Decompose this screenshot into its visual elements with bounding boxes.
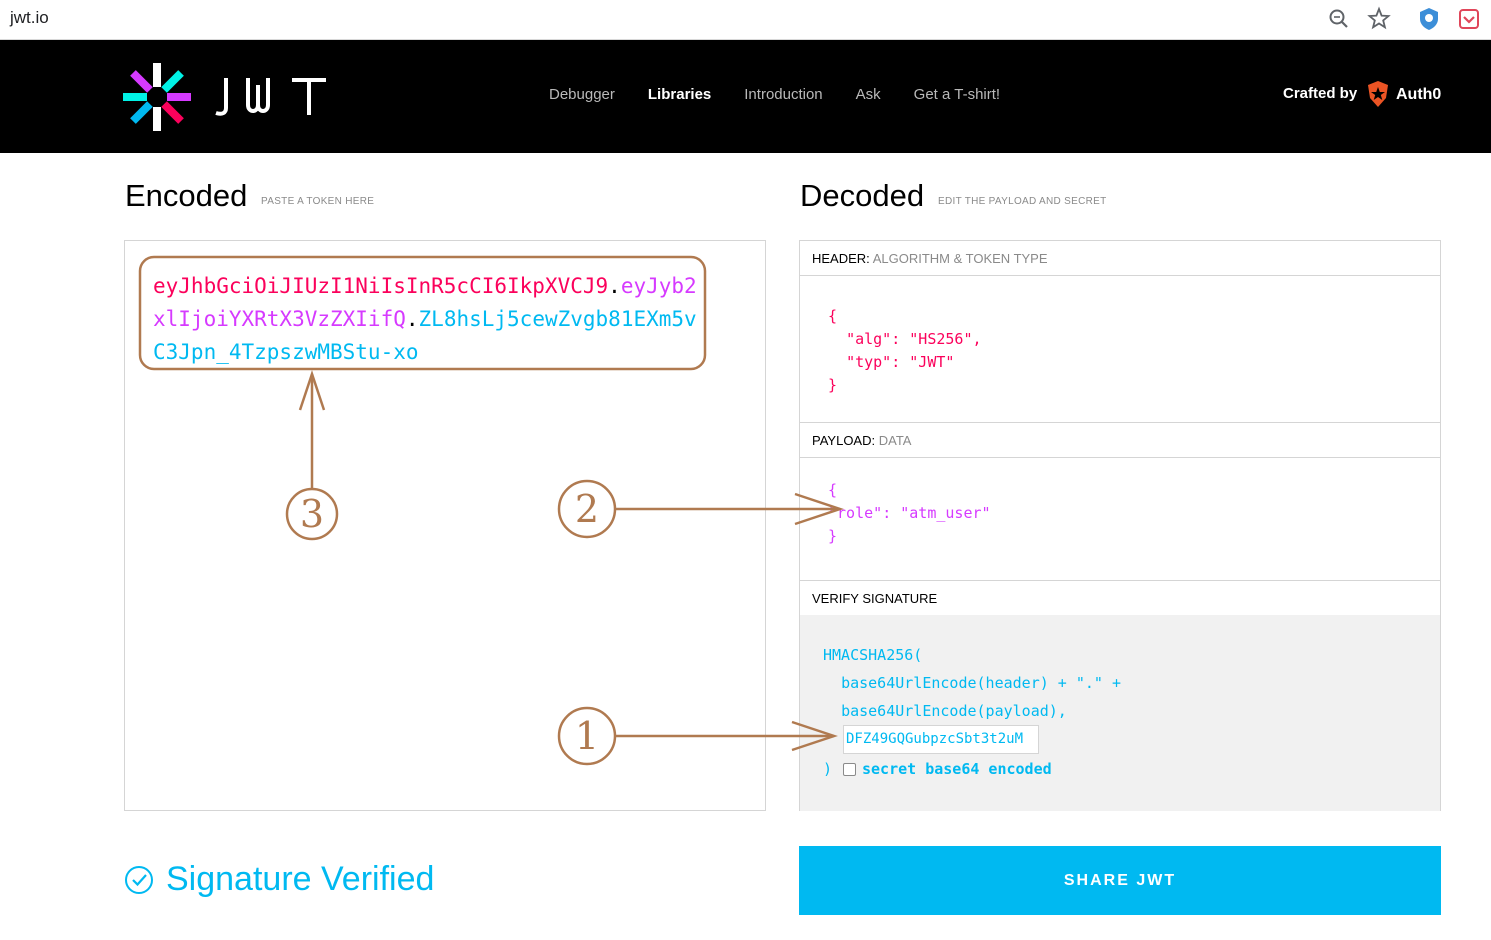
browser-address-bar: jwt.io	[0, 0, 1491, 40]
header-panel-sublabel: ALGORITHM & TOKEN TYPE	[872, 251, 1048, 266]
nav-introduction[interactable]: Introduction	[744, 86, 822, 103]
json-key-alg: "alg"	[846, 330, 892, 348]
annotation-number-3: 3	[299, 492, 325, 536]
auth0-brand[interactable]: Auth0	[1396, 86, 1441, 104]
formula-close-paren: )	[823, 760, 833, 778]
header-panel-heading: HEADER: ALGORITHM & TOKEN TYPE	[800, 241, 1440, 276]
decoded-panel: HEADER: ALGORITHM & TOKEN TYPE { "alg": …	[799, 240, 1441, 811]
json-brace: {	[828, 307, 838, 325]
annotation-number-2: 2	[574, 487, 600, 531]
json-key-role: "role"	[828, 504, 883, 522]
nav-debugger[interactable]: Debugger	[549, 86, 615, 103]
annotation-number-1: 1	[574, 714, 600, 758]
decoded-subtitle: EDIT THE PAYLOAD AND SECRET	[938, 196, 1107, 207]
nav-tshirt[interactable]: Get a T-shirt!	[914, 86, 1000, 103]
extension-icon[interactable]	[1416, 6, 1442, 32]
payload-panel-sublabel: DATA	[878, 433, 912, 448]
url-text[interactable]: jwt.io	[10, 8, 49, 28]
signature-panel-heading: VERIFY SIGNATURE	[800, 581, 1440, 616]
token-dot: .	[405, 307, 419, 331]
pocket-icon[interactable]	[1456, 6, 1482, 32]
jwt-wordmark	[215, 78, 326, 116]
site-header: Debugger Libraries Introduction Ask Get …	[0, 40, 1491, 153]
payload-panel-heading: PAYLOAD: DATA	[800, 423, 1440, 458]
signature-panel-label: VERIFY SIGNATURE	[812, 591, 938, 606]
signature-formula: HMACSHA256( base64UrlEncode(header) + ".…	[823, 641, 1121, 725]
header-json-editor[interactable]: { "alg": "HS256", "typ": "JWT" }	[828, 305, 982, 397]
secret-base64-label[interactable]: secret base64 encoded	[862, 758, 1052, 781]
share-jwt-button[interactable]: SHARE JWT	[799, 846, 1441, 915]
encoded-token[interactable]: eyJhbGciOiJIUzI1NiIsInR5cCI6IkpXVCJ9.eyJ…	[153, 270, 698, 369]
formula-line: base64UrlEncode(payload),	[841, 702, 1067, 720]
signature-verified-status: Signature Verified	[124, 860, 434, 899]
formula-line: base64UrlEncode(header) + "." +	[841, 674, 1122, 692]
json-value-alg: "HS256"	[909, 330, 973, 348]
token-header-part: eyJhbGciOiJIUzI1NiIsInR5cCI6IkpXVCJ9	[153, 274, 609, 298]
json-brace: {	[828, 481, 838, 499]
json-brace: }	[828, 376, 838, 394]
json-key-typ: "typ"	[846, 353, 892, 371]
jwt-logo-icon[interactable]	[123, 63, 191, 131]
json-brace: }	[828, 527, 838, 545]
main-nav: Debugger Libraries Introduction Ask Get …	[549, 86, 1033, 103]
zoom-icon[interactable]	[1326, 6, 1352, 32]
header-panel-label: HEADER:	[812, 251, 870, 266]
encoded-subtitle: PASTE A TOKEN HERE	[261, 196, 375, 207]
token-dot: .	[608, 274, 621, 298]
secret-input[interactable]: DFZ49GQGubpzcSbt3t2uM	[843, 725, 1039, 754]
check-circle-icon	[125, 865, 153, 894]
json-value-typ: "JWT"	[909, 353, 955, 371]
crafted-by-label: Crafted by	[1283, 85, 1358, 102]
signature-verified-text: Signature Verified	[166, 860, 435, 898]
encoded-title: Encoded	[125, 178, 248, 213]
nav-ask[interactable]: Ask	[856, 86, 881, 103]
nav-libraries[interactable]: Libraries	[648, 86, 711, 103]
payload-panel-label: PAYLOAD:	[812, 433, 876, 448]
json-value-role: "atm_user"	[900, 504, 991, 522]
formula-line: HMACSHA256(	[823, 646, 923, 664]
star-icon[interactable]	[1366, 6, 1392, 32]
payload-json-editor[interactable]: { "role": "atm_user" }	[828, 479, 991, 548]
auth0-shield-icon[interactable]	[1366, 80, 1390, 108]
secret-base64-checkbox[interactable]	[843, 763, 856, 776]
decoded-title: Decoded	[800, 178, 925, 213]
